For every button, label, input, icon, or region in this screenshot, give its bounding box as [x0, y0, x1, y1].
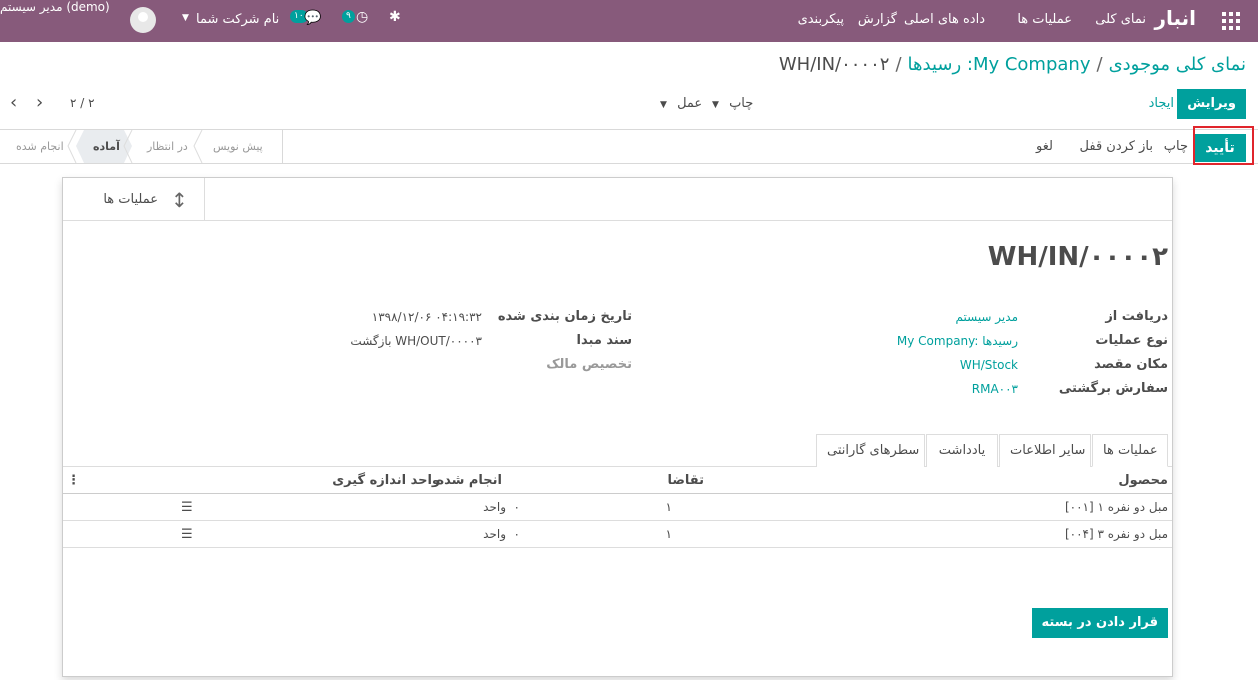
table-row[interactable]: [۰۰۱] مبل دو نفره ۱ ۱ ۰ واحد ☰: [63, 494, 1172, 521]
cell-done: ۰: [513, 527, 520, 541]
cell-uom: واحد: [483, 500, 506, 514]
cell-demand: ۱: [665, 500, 672, 514]
cell-demand: ۱: [665, 527, 672, 541]
table-header: محصول تقاضا انجام شده واحد اندازه گیری ⋮: [63, 467, 1172, 494]
cell-product: [۰۰۴] مبل دو نفره ۳: [1064, 527, 1168, 541]
app-brand[interactable]: انبار: [1154, 6, 1196, 30]
menu-item-overview[interactable]: نمای کلی: [1095, 12, 1146, 27]
avatar[interactable]: [130, 7, 156, 33]
breadcrumb-inventory-overview[interactable]: نمای کلی موجودی: [1109, 54, 1246, 75]
column-demand[interactable]: تقاضا: [667, 473, 704, 488]
stage-waiting[interactable]: در انتظار: [147, 130, 188, 163]
column-product[interactable]: محصول: [1118, 473, 1168, 488]
table-row[interactable]: [۰۰۴] مبل دو نفره ۳ ۱ ۰ واحد ☰: [63, 521, 1172, 548]
chat-icon[interactable]: 💬: [304, 10, 321, 26]
stage-divider: [193, 130, 203, 163]
breadcrumb-receipts[interactable]: My Company: رسیدها: [908, 54, 1091, 75]
operations-smart-button[interactable]: ↕ عملیات ها: [63, 178, 205, 221]
stage-pipeline: پیش نویس در انتظار آماده انجام شده: [0, 130, 283, 163]
menu-item-configuration[interactable]: پیکربندی: [798, 12, 844, 27]
arrows-vertical-icon: ↕: [171, 188, 188, 212]
breadcrumb: نمای کلی موجودی/My Company: رسیدها/WH/IN…: [779, 54, 1246, 75]
edit-button[interactable]: ویرایش: [1177, 89, 1246, 119]
cell-product: [۰۰۱] مبل دو نفره ۱: [1064, 500, 1168, 514]
detailed-operations-icon[interactable]: ☰: [181, 527, 193, 542]
field-label-assign-owner: تخصیص مالک: [546, 357, 632, 372]
form-statusbar: تأیید چاپ باز کردن قفل لغو پیش نویس در ا…: [0, 126, 1258, 165]
operations-smart-button-label: عملیات ها: [103, 192, 158, 207]
smart-buttons-row: ↕ عملیات ها: [63, 178, 1172, 221]
field-label-operation-type: نوع عملیات: [1095, 333, 1168, 348]
field-value-partner[interactable]: مدیر سیستم: [956, 310, 1019, 324]
field-value-destination-location[interactable]: WH/Stock: [960, 358, 1018, 372]
previous-record-icon[interactable]: ‹: [10, 92, 17, 113]
field-label-scheduled-date: تاریخ زمان بندی شده: [497, 309, 632, 324]
print-button[interactable]: چاپ: [1164, 139, 1188, 154]
company-switcher[interactable]: نام شرکت شما: [196, 12, 279, 27]
action-dropdown[interactable]: ▼ عمل: [660, 96, 702, 111]
bug-icon[interactable]: ✱: [389, 9, 401, 25]
record-title: WH/IN/۰۰۰۰۲: [987, 242, 1168, 272]
stage-draft[interactable]: پیش نویس: [213, 130, 263, 163]
field-label-partner: دریافت از: [1105, 309, 1168, 324]
print-dropdown-label: چاپ: [729, 96, 754, 111]
field-label-return-order: سفارش برگشتی: [1058, 381, 1168, 396]
breadcrumb-current: WH/IN/۰۰۰۰۲: [778, 54, 890, 75]
form-sheet: ↕ عملیات ها WH/IN/۰۰۰۰۲ دریافت از مدیر س…: [62, 177, 1173, 677]
stage-ready: آماده: [93, 140, 120, 153]
action-dropdown-label: عمل: [677, 96, 703, 111]
put-in-pack-button[interactable]: قرار دادن در بسته: [1031, 608, 1168, 638]
tab-operations[interactable]: عملیات ها: [1092, 434, 1168, 467]
breadcrumb-separator: /: [895, 54, 902, 75]
cell-done: ۰: [513, 500, 520, 514]
caret-down-icon: ▼: [712, 100, 719, 110]
tab-warranty-lines[interactable]: سطرهای گارانتی: [816, 434, 925, 467]
menu-item-operations[interactable]: عملیات ها: [1017, 12, 1072, 27]
stage-divider: [67, 130, 77, 163]
field-label-source-document: سند مبدا: [576, 333, 632, 348]
field-label-destination-location: مکان مقصد: [1094, 357, 1168, 372]
unlock-button[interactable]: باز کردن قفل: [1080, 139, 1153, 154]
column-uom[interactable]: واحد اندازه گیری: [332, 473, 440, 488]
highlight-box: [1193, 126, 1254, 165]
stage-done[interactable]: انجام شده: [16, 130, 64, 163]
cancel-button[interactable]: لغو: [1036, 139, 1053, 154]
tab-note[interactable]: یادداشت: [926, 434, 998, 467]
detailed-operations-icon[interactable]: ☰: [181, 500, 193, 515]
tab-additional-info[interactable]: سایر اطلاعات: [999, 434, 1091, 467]
next-record-icon[interactable]: ›: [36, 92, 43, 113]
print-dropdown[interactable]: ▼ چاپ: [712, 96, 753, 111]
column-done[interactable]: انجام شده: [436, 473, 502, 488]
menu-item-reporting[interactable]: گزارش: [858, 12, 897, 27]
field-value-source-document: بازگشت WH/OUT/۰۰۰۰۳: [350, 334, 482, 348]
field-value-operation-type[interactable]: My Company: رسیدها: [897, 334, 1018, 348]
activities-badge: ۹: [342, 10, 355, 23]
caret-down-icon: ▼: [660, 100, 667, 110]
cell-uom: واحد: [483, 527, 506, 541]
chevron-down-icon: ▼: [182, 13, 189, 23]
create-button[interactable]: ایجاد: [1149, 96, 1174, 111]
pager-value[interactable]: ۲ / ۲: [70, 96, 95, 110]
menu-item-master-data[interactable]: داده های اصلی: [904, 12, 985, 27]
apps-menu-icon[interactable]: [1222, 12, 1240, 30]
breadcrumb-separator: /: [1096, 54, 1103, 75]
field-value-scheduled-date: ۱۳۹۸/۱۲/۰۶ ۰۴:۱۹:۳۲: [371, 310, 482, 324]
field-value-return-order[interactable]: RMA۰۰۳: [972, 382, 1018, 396]
optional-columns-icon[interactable]: ⋮: [67, 473, 80, 488]
user-menu[interactable]: مدیر سیستم (demo): [0, 0, 110, 14]
clock-icon[interactable]: ◷: [356, 9, 368, 25]
top-navbar: انبار نمای کلی عملیات ها داده های اصلی گ…: [0, 0, 1258, 42]
